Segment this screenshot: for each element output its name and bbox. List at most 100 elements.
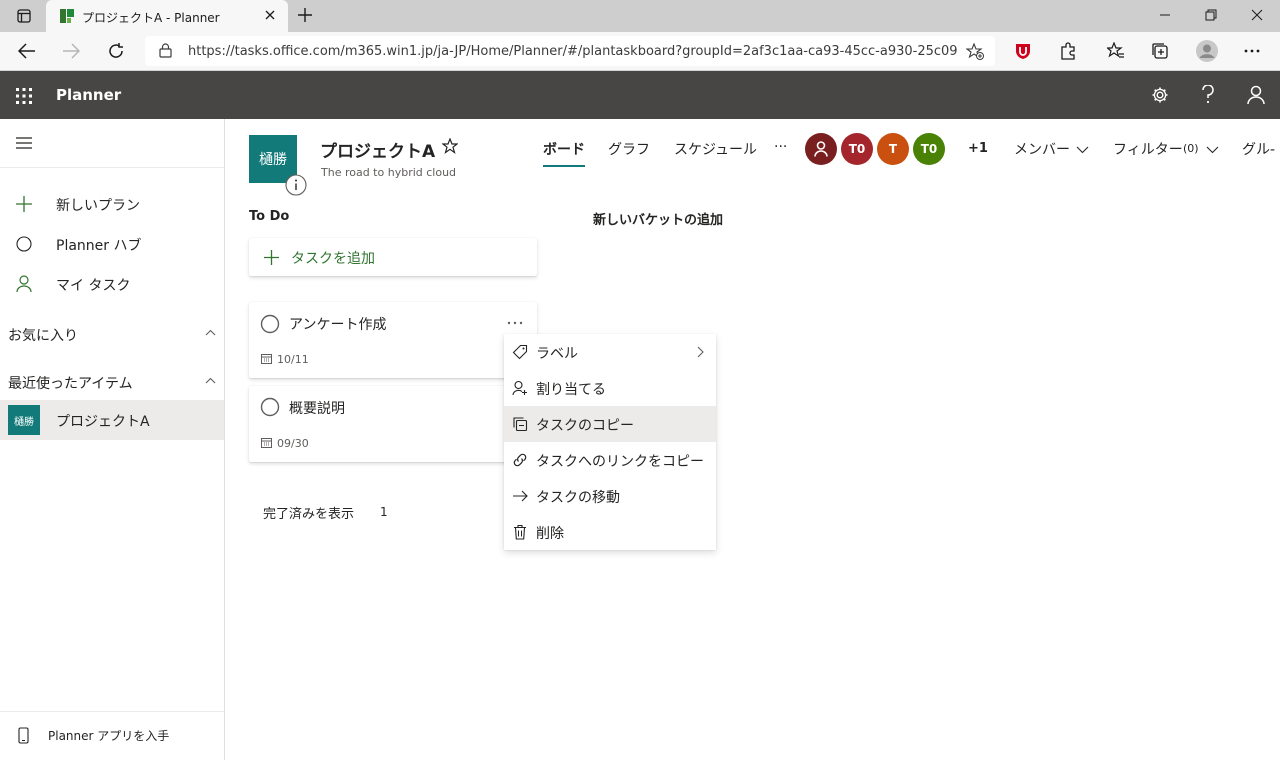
chevron-down-icon [1206, 146, 1219, 154]
nav-item-my-tasks[interactable]: マイ タスク [0, 269, 224, 299]
add-favorite-icon[interactable] [966, 43, 984, 60]
plan-title: プロジェクトA [320, 142, 436, 162]
left-navigation: 新しいプラン Planner ハブ マイ タスク お気に入り 最近使ったアイテム… [0, 119, 225, 760]
task-card[interactable]: アンケート作成 10/11 [249, 302, 537, 378]
tag-icon [512, 344, 528, 360]
task-card[interactable]: 概要説明 09/30 [249, 386, 537, 462]
more-tabs-button[interactable]: ··· [774, 139, 787, 155]
members-label: メンバー [1014, 142, 1070, 158]
close-window-icon[interactable] [1251, 9, 1263, 21]
menu-item-label[interactable]: ラベル [504, 334, 716, 370]
add-bucket-button[interactable]: 新しいバケットの追加 [593, 209, 723, 228]
nav-divider [0, 711, 224, 712]
bucket-title[interactable]: To Do [249, 209, 289, 224]
forward-icon[interactable] [62, 43, 80, 59]
complete-task-checkbox[interactable] [260, 397, 280, 417]
nav-item-label: マイ タスク [56, 278, 131, 294]
plus-icon [264, 250, 279, 265]
recent-section-header[interactable]: 最近使ったアイテム [0, 367, 224, 397]
tab-title: プロジェクトA - Planner [82, 11, 220, 25]
show-completed-label: 完了済みを表示 [263, 507, 355, 522]
recent-item-label: プロジェクトA [56, 414, 150, 430]
browser-navigation-bar: https://tasks.office.com/m365.win1.jp/ja… [0, 32, 1280, 71]
restore-icon[interactable] [1205, 9, 1217, 21]
menu-item-text: 削除 [536, 526, 564, 542]
task-title: アンケート作成 [289, 317, 387, 333]
circle-icon [16, 236, 32, 252]
close-tab-icon[interactable] [264, 9, 276, 21]
more-options-icon[interactable] [507, 321, 523, 325]
complete-task-checkbox[interactable] [260, 314, 280, 334]
member-avatar[interactable]: T [877, 133, 909, 165]
collections-icon[interactable] [1151, 42, 1169, 60]
add-task-button[interactable]: タスクを追加 [249, 238, 537, 276]
menu-item-copy-link[interactable]: タスクへのリンクをコピー [504, 442, 716, 478]
member-avatar[interactable] [805, 133, 837, 165]
filter-label: フィルター [1113, 142, 1183, 158]
menu-item-text: 割り当てる [536, 382, 606, 398]
back-icon[interactable] [18, 43, 36, 59]
calendar-icon [261, 437, 272, 448]
arrow-right-icon [512, 488, 528, 504]
member-avatar[interactable]: T0 [913, 133, 945, 165]
info-icon[interactable] [285, 174, 307, 196]
members-dropdown[interactable]: メンバー [1014, 139, 1094, 161]
menu-item-text: ラベル [536, 346, 578, 362]
app-launcher-icon[interactable] [16, 88, 32, 104]
get-app-link[interactable]: Planner アプリを入手 [0, 717, 224, 753]
new-tab-icon[interactable] [298, 8, 312, 22]
calendar-icon [261, 353, 272, 364]
menu-item-text: タスクの移動 [536, 490, 620, 506]
phone-icon [18, 727, 29, 744]
extensions-puzzle-icon[interactable] [1059, 42, 1077, 60]
tab-schedule[interactable]: スケジュール [674, 139, 757, 159]
browser-menu-icon[interactable] [1244, 49, 1260, 53]
hamburger-menu-icon[interactable] [16, 137, 32, 149]
address-bar[interactable]: https://tasks.office.com/m365.win1.jp/ja… [145, 36, 995, 66]
refresh-icon[interactable] [107, 42, 125, 60]
menu-item-copy-task[interactable]: タスクのコピー [504, 406, 716, 442]
nav-item-planner-hub[interactable]: Planner ハブ [0, 229, 224, 259]
task-due-date: 10/11 [277, 353, 309, 366]
lock-icon[interactable] [159, 43, 172, 58]
menu-item-text: タスクへのリンクをコピー [536, 454, 704, 470]
menu-item-assign[interactable]: 割り当てる [504, 370, 716, 406]
get-app-label: Planner アプリを入手 [48, 729, 170, 743]
minimize-icon[interactable] [1159, 9, 1171, 21]
tab-board[interactable]: ボード [543, 139, 585, 159]
favorites-icon[interactable] [1107, 42, 1125, 60]
menu-item-move-task[interactable]: タスクの移動 [504, 478, 716, 514]
more-members-count[interactable]: +1 [968, 141, 988, 156]
profile-avatar-icon[interactable] [1196, 40, 1218, 62]
help-icon[interactable] [1201, 85, 1215, 105]
url-text[interactable]: https://tasks.office.com/m365.win1.jp/ja… [188, 44, 958, 59]
favorites-label: お気に入り [8, 328, 78, 344]
menu-item-delete[interactable]: 削除 [504, 514, 716, 550]
chevron-up-icon [205, 329, 216, 336]
favorites-section-header[interactable]: お気に入り [0, 319, 224, 349]
group-by-dropdown[interactable]: グル- [1242, 139, 1280, 159]
settings-gear-icon[interactable] [1151, 86, 1169, 104]
filter-count: (0) [1183, 142, 1199, 155]
task-context-menu: ラベル 割り当てる タスクのコピー タスクへのリンクをコピー タスクの移動 削除 [504, 334, 716, 550]
nav-item-new-plan[interactable]: 新しいプラン [0, 189, 224, 219]
tab-actions-icon[interactable] [17, 9, 31, 23]
member-avatar[interactable]: T0 [841, 133, 873, 165]
browser-tab-strip: プロジェクトA - Planner [0, 0, 1280, 32]
person-icon [814, 141, 828, 157]
favorite-star-icon[interactable] [442, 138, 458, 154]
add-task-label: タスクを追加 [291, 251, 375, 267]
extension-shield-icon[interactable] [1015, 42, 1031, 60]
person-icon [16, 275, 32, 293]
filter-dropdown[interactable]: フィルター (0) [1113, 139, 1225, 161]
trash-icon [512, 524, 528, 540]
chevron-down-icon [1076, 146, 1089, 154]
recent-item-project-a[interactable]: 樋勝 プロジェクトA [0, 400, 224, 440]
tab-chart[interactable]: グラフ [608, 139, 650, 159]
plan-description: The road to hybrid cloud [321, 166, 457, 179]
account-icon[interactable] [1247, 85, 1265, 105]
show-completed-toggle[interactable]: 完了済みを表示 1 [249, 496, 429, 528]
plus-icon [16, 196, 32, 212]
app-name[interactable]: Planner [56, 86, 121, 104]
browser-tab[interactable]: プロジェクトA - Planner [46, 0, 288, 32]
